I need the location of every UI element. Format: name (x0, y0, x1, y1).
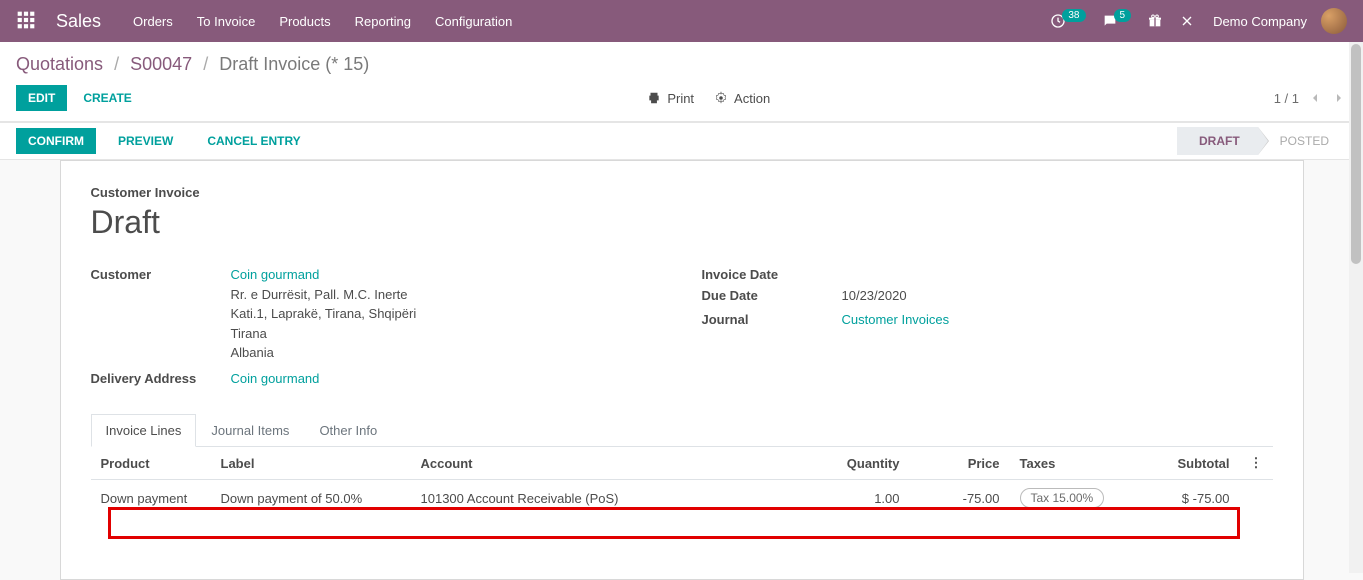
preview-button[interactable]: Preview (106, 128, 185, 154)
doc-type-label: Customer Invoice (91, 185, 1273, 200)
col-price: Price (910, 447, 1010, 480)
edit-button[interactable]: Edit (16, 85, 67, 111)
top-nav: Sales Orders To Invoice Products Reporti… (0, 0, 1363, 42)
pager-text: 1 / 1 (1274, 91, 1299, 106)
journal-label: Journal (702, 310, 842, 330)
col-label: Label (211, 447, 411, 480)
nav-reporting[interactable]: Reporting (355, 14, 411, 29)
delivery-link[interactable]: Coin gourmand (231, 371, 320, 386)
cell-price: -75.00 (910, 480, 1010, 517)
user-avatar[interactable] (1321, 8, 1347, 34)
tab-journal-items[interactable]: Journal Items (196, 414, 304, 446)
cell-qty: 1.00 (810, 480, 910, 517)
gear-icon (714, 91, 728, 105)
apps-icon[interactable] (16, 10, 36, 33)
due-date-label: Due Date (702, 286, 842, 306)
chat-icon[interactable]: 5 (1102, 13, 1132, 29)
status-bar: Confirm Preview Cancel Entry Draft Poste… (0, 122, 1363, 160)
scrollbar-track[interactable] (1349, 42, 1363, 573)
col-quantity: Quantity (810, 447, 910, 480)
due-date-value: 10/23/2020 (842, 286, 1273, 306)
cancel-entry-button[interactable]: Cancel Entry (195, 128, 312, 154)
action-button[interactable]: Action (714, 91, 770, 106)
print-button[interactable]: Print (647, 91, 694, 106)
cell-account: 101300 Account Receivable (PoS) (411, 480, 810, 517)
print-label: Print (667, 91, 694, 106)
scrollbar-thumb[interactable] (1351, 44, 1361, 264)
crumb-current: Draft Invoice (* 15) (219, 54, 369, 74)
status-posted[interactable]: Posted (1258, 127, 1347, 155)
col-account: Account (411, 447, 810, 480)
addr-line-4: Albania (231, 343, 662, 363)
chat-badge: 5 (1114, 9, 1132, 22)
col-taxes: Taxes (1010, 447, 1120, 480)
invoice-lines-table: Product Label Account Quantity Price Tax… (91, 447, 1273, 516)
crumb-order[interactable]: S00047 (130, 54, 192, 74)
addr-line-3: Tirana (231, 324, 662, 344)
print-icon (647, 91, 661, 105)
delivery-label: Delivery Address (91, 369, 231, 389)
action-label: Action (734, 91, 770, 106)
timer-icon[interactable]: 38 (1050, 13, 1085, 29)
control-panel: Quotations / S00047 / Draft Invoice (* 1… (0, 42, 1363, 122)
cell-taxes: Tax 15.00% (1010, 480, 1120, 517)
pager-next-icon[interactable] (1331, 90, 1347, 106)
addr-line-1: Rr. e Durrësit, Pall. M.C. Inerte (231, 285, 662, 305)
tools-icon[interactable] (1179, 13, 1195, 29)
pager: 1 / 1 (1274, 90, 1347, 106)
crumb-quotations[interactable]: Quotations (16, 54, 103, 74)
col-menu[interactable]: ⋮ (1240, 447, 1273, 480)
timer-badge: 38 (1062, 9, 1085, 22)
nav-configuration[interactable]: Configuration (435, 14, 512, 29)
invoice-date-label: Invoice Date (702, 265, 842, 282)
company-name[interactable]: Demo Company (1213, 14, 1307, 29)
journal-link[interactable]: Customer Invoices (842, 312, 950, 327)
nav-products[interactable]: Products (279, 14, 330, 29)
breadcrumb: Quotations / S00047 / Draft Invoice (* 1… (16, 54, 1347, 75)
pager-prev-icon[interactable] (1307, 90, 1323, 106)
form-sheet: Customer Invoice Draft Customer Coin gou… (60, 160, 1304, 580)
customer-link[interactable]: Coin gourmand (231, 267, 320, 282)
gift-icon[interactable] (1147, 13, 1163, 29)
invoice-date-value (842, 265, 1273, 282)
tab-invoice-lines[interactable]: Invoice Lines (91, 414, 197, 447)
app-brand[interactable]: Sales (56, 11, 101, 32)
col-product: Product (91, 447, 211, 480)
tabs: Invoice Lines Journal Items Other Info (91, 414, 1273, 447)
cell-product: Down payment (91, 480, 211, 517)
create-button[interactable]: Create (71, 85, 143, 111)
cell-label: Down payment of 50.0% (211, 480, 411, 517)
nav-to-invoice[interactable]: To Invoice (197, 14, 256, 29)
cell-subtotal: $ -75.00 (1120, 480, 1240, 517)
confirm-button[interactable]: Confirm (16, 128, 96, 154)
col-subtotal: Subtotal (1120, 447, 1240, 480)
nav-orders[interactable]: Orders (133, 14, 173, 29)
addr-line-2: Kati.1, Laprakë, Tirana, Shqipëri (231, 304, 662, 324)
doc-title: Draft (91, 204, 1273, 241)
tab-other-info[interactable]: Other Info (304, 414, 392, 446)
table-row[interactable]: Down payment Down payment of 50.0% 10130… (91, 480, 1273, 517)
status-draft[interactable]: Draft (1177, 127, 1258, 155)
tax-tag: Tax 15.00% (1020, 488, 1105, 508)
customer-label: Customer (91, 265, 231, 363)
